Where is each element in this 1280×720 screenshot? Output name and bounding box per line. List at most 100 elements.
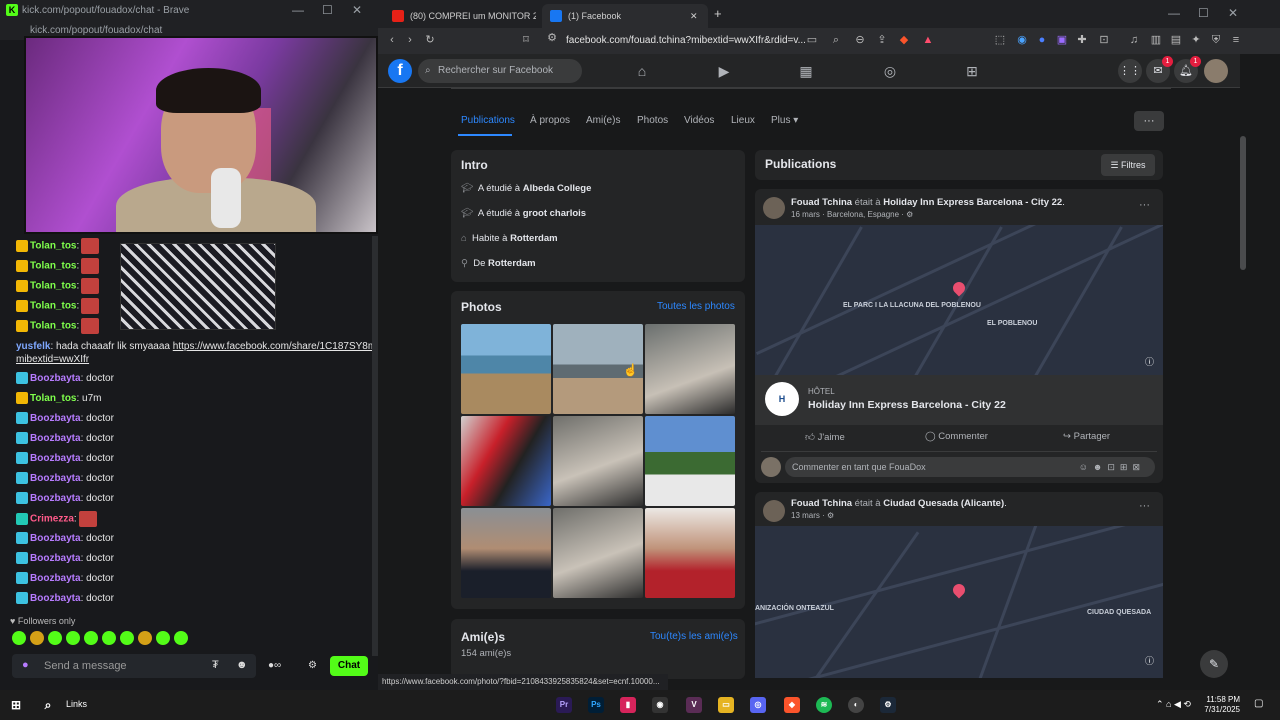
app-icon[interactable]: V [686, 697, 702, 713]
sidebar-icon[interactable]: ▥ [1150, 34, 1162, 46]
facebook-search-input[interactable]: ⌕ Rechercher sur Facebook [418, 59, 582, 83]
chat-username[interactable]: Crimezza [30, 514, 74, 525]
chat-username[interactable]: Boozbayta [30, 413, 81, 424]
windows-start-icon[interactable]: ⊞ [8, 697, 24, 713]
facebook-logo-icon[interactable]: f [388, 59, 412, 83]
chat-username[interactable]: Boozbayta [30, 433, 81, 444]
notification-center-icon[interactable]: ▢ [1254, 698, 1263, 709]
photo-thumb[interactable] [461, 324, 551, 414]
vpn-icon[interactable]: ⛨ [1210, 34, 1222, 46]
maximize-icon[interactable]: ☐ [322, 3, 333, 17]
tab-videos[interactable]: Vidéos [684, 115, 714, 126]
screenshot-icon[interactable]: ⊡ [1098, 34, 1110, 46]
tab-friends[interactable]: Ami(e)s [586, 115, 620, 126]
media-icon[interactable]: ♫ [1128, 34, 1140, 46]
brave-icon[interactable]: ◆ [784, 697, 800, 713]
leo-icon[interactable]: ✦ [1190, 34, 1202, 46]
tab-places[interactable]: Lieux [731, 115, 755, 126]
photoshop-icon[interactable]: Ps [588, 697, 604, 713]
menu-icon[interactable]: ≡ [1230, 34, 1242, 46]
chat-username[interactable]: Boozbayta [30, 533, 81, 544]
profile-more-button[interactable]: ··· [1134, 111, 1164, 131]
chat-username[interactable]: Boozbayta [30, 553, 81, 564]
back-icon[interactable]: ‹ [386, 34, 398, 46]
file-explorer-icon[interactable]: ▭ [718, 697, 734, 713]
obs-icon[interactable]: ◉ [652, 697, 668, 713]
app-icon[interactable]: ▮ [620, 697, 636, 713]
chat-send-button[interactable]: Chat [330, 656, 368, 676]
gaming-icon[interactable]: ⊞ [962, 61, 982, 81]
photo-thumb[interactable] [553, 508, 643, 598]
tab-close-icon[interactable]: ✕ [690, 4, 698, 28]
emote-bar[interactable] [12, 631, 232, 647]
menu-grid-icon[interactable]: ⋮⋮ [1118, 59, 1142, 83]
mic-icon[interactable]: ● [22, 659, 29, 671]
photo-thumb[interactable] [645, 416, 735, 506]
page-scrollbar-thumb[interactable] [1240, 136, 1246, 270]
info-icon[interactable]: ⓘ [1145, 654, 1154, 667]
marketplace-icon[interactable]: ▦ [796, 61, 816, 81]
zoom-icon[interactable]: ⊖ [854, 34, 866, 46]
translate-icon[interactable]: ₮ [212, 659, 219, 671]
notifications-icon[interactable]: 🔔︎ 1 [1174, 56, 1201, 83]
search-icon[interactable]: ⌕ [830, 34, 842, 46]
chat-username[interactable]: Boozbayta [30, 473, 81, 484]
extension-icon[interactable]: ⬚ [994, 34, 1006, 46]
post-map[interactable]: CIUDAD QUESADA ANIZACIÓN ONTEAZUL ⓘ [755, 526, 1163, 678]
extensions-puzzle-icon[interactable]: ✚ [1076, 34, 1088, 46]
profile-avatar[interactable] [1204, 59, 1228, 83]
chat-url[interactable]: kick.com/popout/fouadox/chat [30, 25, 162, 36]
address-bar[interactable]: facebook.com/fouad.tchina?mibextid=wwXIf… [566, 31, 828, 51]
spotify-icon[interactable]: ≋ [816, 697, 832, 713]
photo-thumb[interactable] [553, 416, 643, 506]
settings-gear-icon[interactable]: ⚙ [308, 660, 317, 671]
wallet-icon[interactable]: ▤ [1170, 34, 1182, 46]
chat-username[interactable]: Boozbayta [30, 593, 81, 604]
taskbar-clock[interactable]: 11:58 PM 7/31/2025 [1200, 695, 1240, 715]
like-button[interactable]: 👍︎ J'aime [805, 431, 845, 443]
minimize-icon[interactable]: — [292, 3, 304, 17]
post-options-icon[interactable]: ··· [1139, 500, 1150, 512]
chat-username[interactable]: Tolan_tos [30, 321, 76, 332]
all-friends-link[interactable]: Tou(te)s les ami(e)s [650, 631, 738, 642]
post-options-icon[interactable]: ··· [1139, 199, 1150, 211]
chat-username[interactable]: Tolan_tos [30, 393, 76, 404]
comment-button[interactable]: ◯ Commenter [925, 431, 988, 442]
chat-message-input[interactable]: ● Send a message ₮ ☻ [12, 654, 256, 678]
discord-icon[interactable]: ◎ [750, 697, 766, 713]
site-info-icon[interactable]: ⚙ [546, 32, 558, 44]
chat-link[interactable]: https://www.facebook.com/share/1C187SY8m… [173, 341, 378, 352]
comment-input[interactable]: Commenter en tant que FouaDox ☺☻⊡⊞⊠ [785, 457, 1155, 477]
search-icon[interactable]: ⌕ [40, 697, 56, 713]
chat-username[interactable]: Tolan_tos [30, 301, 76, 312]
extension-icon[interactable]: ◉ [1016, 34, 1028, 46]
premiere-icon[interactable]: Pr [556, 697, 572, 713]
home-icon[interactable]: ⌂ [632, 61, 652, 81]
messenger-icon[interactable]: ✉ 1 [1146, 56, 1173, 83]
emoji-icon[interactable]: ☻ [236, 659, 248, 671]
chat-link-cont[interactable]: mibextid=wwXIfr [16, 354, 89, 365]
maximize-icon[interactable]: ☐ [1198, 6, 1209, 20]
tab-youtube[interactable]: (80) COMPREI um MONITOR 280hz [384, 4, 536, 28]
groups-icon[interactable]: ◎ [880, 61, 900, 81]
place-info[interactable]: H HÔTEL Holiday Inn Express Barcelona - … [755, 375, 1163, 425]
tab-more[interactable]: Plus ▾ [771, 115, 798, 126]
brave-shield-icon[interactable]: ◆ [898, 34, 910, 46]
extension-icon[interactable]: ● [1036, 34, 1048, 46]
photo-thumb[interactable] [461, 416, 551, 506]
extension-icon[interactable]: ▣ [1056, 34, 1068, 46]
cast-icon[interactable]: ▭ [806, 34, 818, 46]
chat-username[interactable]: Tolan_tos [30, 281, 76, 292]
forward-icon[interactable]: › [404, 34, 416, 46]
bookmark-icon[interactable]: ⌑ [520, 34, 532, 46]
chat-username[interactable]: Boozbayta [30, 373, 81, 384]
chat-username[interactable]: Boozbayta [30, 453, 81, 464]
tab-publications[interactable]: Publications [461, 115, 515, 126]
tab-about[interactable]: À propos [530, 115, 570, 126]
app-icon[interactable]: ◐ [848, 697, 864, 713]
minimize-icon[interactable]: — [1168, 6, 1180, 20]
new-message-button[interactable]: ✎ [1200, 650, 1228, 678]
chat-username[interactable]: Tolan_tos [30, 241, 76, 252]
info-icon[interactable]: ⓘ [1145, 355, 1154, 368]
share-icon[interactable]: ⇪ [876, 34, 888, 46]
